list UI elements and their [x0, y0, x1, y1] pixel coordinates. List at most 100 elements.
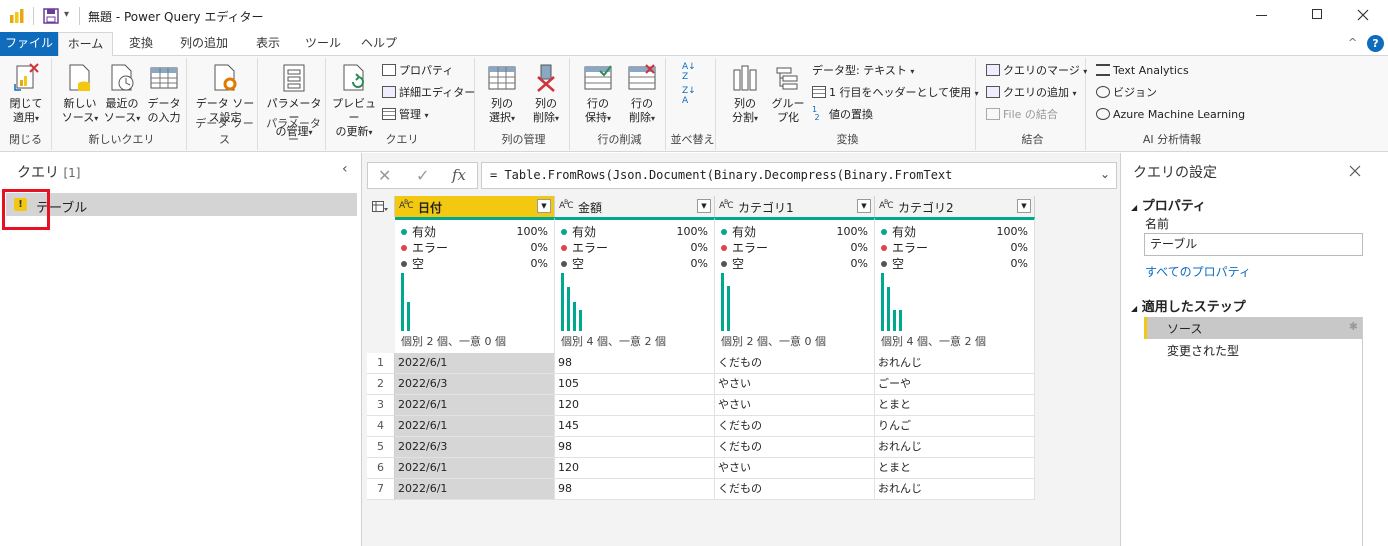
table-cell[interactable]: くだもの	[715, 416, 875, 437]
step-item-source[interactable]: ソース ✱	[1144, 317, 1363, 339]
all-properties-link[interactable]: すべてのプロパティ	[1145, 263, 1251, 280]
expand-formula-icon[interactable]: ⌄	[1100, 167, 1110, 181]
merge-queries-button[interactable]: クエリのマージ ▾	[986, 62, 1087, 81]
distribution-bar[interactable]	[727, 286, 730, 331]
tab-view[interactable]: 表示	[246, 32, 290, 56]
minimize-icon[interactable]	[1256, 15, 1267, 16]
table-cell[interactable]: 98	[555, 479, 715, 500]
column-header[interactable]: ABC 金額 ▼	[555, 196, 715, 217]
row-number[interactable]: 4	[367, 416, 395, 437]
row-number[interactable]: 2	[367, 374, 395, 395]
tab-home[interactable]: ホーム	[58, 32, 113, 57]
row-number[interactable]: 3	[367, 395, 395, 416]
advanced-editor-button[interactable]: 詳細エディター	[382, 84, 475, 102]
table-cell[interactable]: 2022/6/1	[395, 458, 555, 479]
tab-tools[interactable]: ツール	[300, 32, 346, 56]
column-filter-dropdown-icon[interactable]: ▼	[857, 199, 871, 213]
tab-transform[interactable]: 変換	[118, 32, 164, 56]
distribution-bar[interactable]	[401, 273, 404, 331]
table-cell[interactable]: 120	[555, 458, 715, 479]
column-filter-dropdown-icon[interactable]: ▼	[697, 199, 711, 213]
vision-button[interactable]: ビジョン	[1096, 84, 1157, 102]
text-analytics-button[interactable]: Text Analytics	[1096, 62, 1189, 80]
save-icon[interactable]	[43, 8, 59, 24]
data-type-dropdown[interactable]: データ型: テキスト ▾	[812, 62, 914, 81]
new-source-button[interactable]: 新しい ソース▾	[59, 62, 101, 126]
table-cell[interactable]: とまと	[875, 458, 1035, 479]
step-settings-gear-icon[interactable]: ✱	[1349, 320, 1358, 333]
tab-help[interactable]: ヘルプ	[356, 32, 402, 56]
collapse-ribbon-icon[interactable]: ^	[1348, 36, 1357, 49]
replace-values-button[interactable]: 1 2 値の置換	[812, 106, 873, 124]
row-number[interactable]: 6	[367, 458, 395, 479]
remove-columns-button[interactable]: 列の 削除▾	[524, 62, 568, 126]
row-number[interactable]: 5	[367, 437, 395, 458]
table-cell[interactable]: 2022/6/1	[395, 353, 555, 374]
table-cell[interactable]: おれんじ	[875, 353, 1035, 374]
quick-access-dropdown-icon[interactable]: ▾	[64, 9, 69, 20]
remove-rows-button[interactable]: 行の 削除▾	[620, 62, 664, 126]
text-type-icon[interactable]: ABC	[559, 199, 577, 211]
text-type-icon[interactable]: ABC	[879, 199, 897, 211]
help-icon[interactable]: ?	[1367, 35, 1384, 52]
append-queries-button[interactable]: クエリの追加 ▾	[986, 84, 1077, 103]
table-cell[interactable]: 2022/6/1	[395, 416, 555, 437]
text-type-icon[interactable]: ABC	[719, 199, 737, 211]
close-settings-icon[interactable]	[1349, 165, 1361, 177]
split-column-button[interactable]: 列の 分割▾	[724, 62, 766, 126]
enter-data-button[interactable]: データ の入力	[143, 62, 185, 125]
cancel-icon[interactable]: ✕	[378, 166, 391, 185]
distribution-bar[interactable]	[899, 310, 902, 331]
close-window-icon[interactable]	[1357, 9, 1369, 21]
recent-sources-button[interactable]: 最近の ソース▾	[101, 62, 143, 126]
table-cell[interactable]: やさい	[715, 374, 875, 395]
table-cell[interactable]: 2022/6/3	[395, 437, 555, 458]
distribution-bar[interactable]	[407, 302, 410, 331]
table-cell[interactable]: くだもの	[715, 437, 875, 458]
table-cell[interactable]: 2022/6/1	[395, 395, 555, 416]
column-filter-dropdown-icon[interactable]: ▼	[1017, 199, 1031, 213]
choose-columns-button[interactable]: 列の 選択▾	[480, 62, 524, 126]
distribution-bar[interactable]	[721, 273, 724, 331]
distribution-bar[interactable]	[561, 273, 564, 331]
distribution-bar[interactable]	[567, 287, 570, 331]
azure-ml-button[interactable]: Azure Machine Learning	[1096, 106, 1245, 124]
column-header[interactable]: ABC 日付 ▼	[395, 196, 555, 217]
distribution-bar[interactable]	[887, 287, 890, 331]
row-number[interactable]: 1	[367, 353, 395, 374]
query-item[interactable]: ! テーブル	[6, 193, 357, 216]
sort-ascending-button[interactable]: A↓ Z	[682, 62, 696, 82]
applied-steps-header[interactable]: ◢ 適用したステップ	[1131, 296, 1246, 315]
distribution-bar[interactable]	[573, 302, 576, 331]
table-cell[interactable]: 145	[555, 416, 715, 437]
column-filter-dropdown-icon[interactable]: ▼	[537, 199, 551, 213]
column-header[interactable]: ABC カテゴリ1 ▼	[715, 196, 875, 217]
sort-descending-button[interactable]: Z↓ A	[682, 86, 696, 106]
properties-button[interactable]: プロパティ	[382, 62, 453, 80]
use-first-row-as-headers-button[interactable]: 1 行目をヘッダーとして使用 ▾	[812, 84, 979, 103]
combine-files-button[interactable]: File の結合	[986, 106, 1058, 124]
distribution-bar[interactable]	[881, 273, 884, 331]
step-item-changed-type[interactable]: 変更された型	[1144, 339, 1363, 361]
confirm-check-icon[interactable]: ✓	[416, 166, 429, 185]
close-and-apply-button[interactable]: 閉じて 適用▾	[4, 62, 48, 126]
table-cell[interactable]: 105	[555, 374, 715, 395]
formula-bar[interactable]: = Table.FromRows(Json.Document(Binary.De…	[481, 162, 1117, 189]
distribution-bar[interactable]	[893, 310, 896, 331]
table-cell[interactable]: やさい	[715, 458, 875, 479]
manage-button[interactable]: 管理 ▾	[382, 106, 429, 125]
text-type-icon[interactable]: ABC	[399, 199, 417, 211]
keep-rows-button[interactable]: 行の 保持▾	[576, 62, 620, 126]
group-by-button[interactable]: グルー プ化	[768, 62, 808, 125]
tab-add-column[interactable]: 列の追加	[172, 32, 236, 56]
collapse-queries-icon[interactable]: ‹	[342, 161, 348, 177]
properties-section-header[interactable]: ◢ プロパティ	[1131, 195, 1206, 214]
table-cell[interactable]: やさい	[715, 395, 875, 416]
table-cell[interactable]: くだもの	[715, 353, 875, 374]
table-menu-button[interactable]	[367, 196, 395, 217]
table-cell[interactable]: 120	[555, 395, 715, 416]
tab-file[interactable]: ファイル	[0, 32, 58, 56]
table-cell[interactable]: 2022/6/1	[395, 479, 555, 500]
refresh-preview-button[interactable]: プレビュー の更新▾	[330, 62, 378, 140]
table-cell[interactable]: おれんじ	[875, 479, 1035, 500]
